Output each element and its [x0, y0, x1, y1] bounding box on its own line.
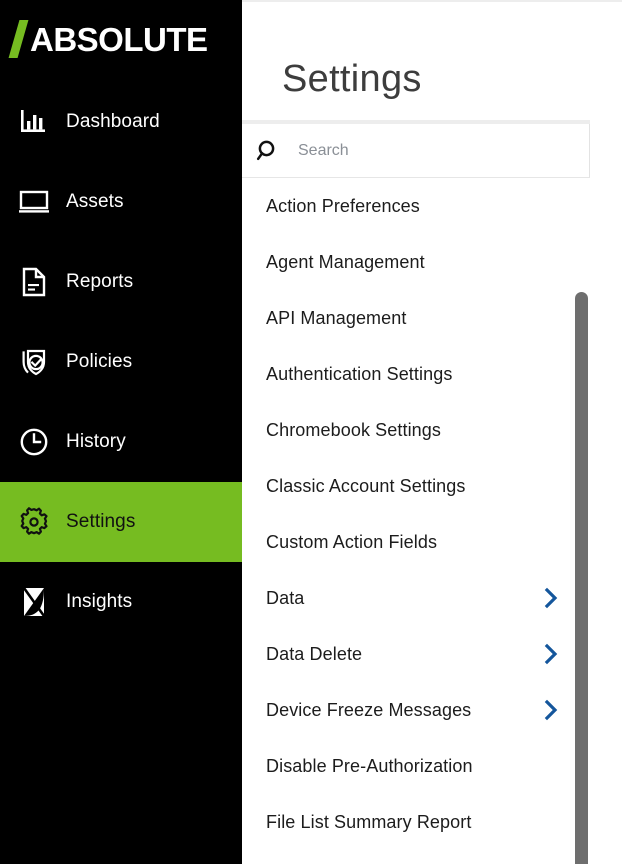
- menu-item-label: Data: [266, 587, 305, 608]
- insights-k-icon: [12, 586, 56, 618]
- shield-check-icon: [12, 347, 56, 377]
- sidebar-nav: Dashboard Assets Reports Policies Histor…: [0, 82, 242, 642]
- sidebar-item-label: History: [66, 431, 126, 452]
- settings-menu-list: Action Preferences Agent Management API …: [242, 178, 590, 864]
- document-icon: [12, 267, 56, 297]
- chevron-right-icon[interactable]: [544, 587, 560, 609]
- sidebar-item-label: Assets: [66, 191, 124, 212]
- menu-item-data[interactable]: Data: [242, 570, 590, 626]
- menu-item-label: Classic Account Settings: [266, 475, 466, 496]
- sidebar-item-history[interactable]: History: [0, 402, 242, 482]
- menu-item-api-management[interactable]: API Management: [242, 290, 590, 346]
- sidebar-item-assets[interactable]: Assets: [0, 162, 242, 242]
- sidebar-item-label: Settings: [66, 511, 136, 532]
- menu-item-device-freeze-messages[interactable]: Device Freeze Messages: [242, 682, 590, 738]
- logo-slash-icon: [8, 20, 32, 58]
- sidebar-item-policies[interactable]: Policies: [0, 322, 242, 402]
- menu-item-action-preferences[interactable]: Action Preferences: [242, 178, 590, 234]
- brand-name: ABSOLUTE: [30, 20, 208, 58]
- sidebar-item-insights[interactable]: Insights: [0, 562, 242, 642]
- bar-chart-icon: [12, 108, 56, 136]
- menu-item-label: File List Summary Report: [266, 811, 472, 832]
- sidebar-item-label: Dashboard: [66, 111, 160, 132]
- main-sidebar: ABSOLUTE Dashboard Assets Reports Polici…: [0, 0, 242, 864]
- laptop-icon: [12, 189, 56, 215]
- chevron-right-icon[interactable]: [544, 643, 560, 665]
- top-divider: [242, 0, 622, 2]
- menu-item-file-list-summary-report[interactable]: File List Summary Report: [242, 794, 590, 850]
- menu-item-label: Disable Pre-Authorization: [266, 755, 473, 776]
- menu-item-agent-management[interactable]: Agent Management: [242, 234, 590, 290]
- application-window: ABSOLUTE Dashboard Assets Reports Polici…: [0, 0, 622, 864]
- page-title: Settings: [282, 58, 422, 100]
- brand-logo[interactable]: ABSOLUTE: [0, 0, 242, 78]
- menu-item-label: Chromebook Settings: [266, 419, 441, 440]
- sidebar-item-label: Insights: [66, 591, 133, 612]
- sidebar-item-label: Policies: [66, 351, 133, 372]
- menu-item-disable-pre-authorization[interactable]: Disable Pre-Authorization: [242, 738, 590, 794]
- sidebar-item-dashboard[interactable]: Dashboard: [0, 82, 242, 162]
- menu-item-authentication-settings[interactable]: Authentication Settings: [242, 346, 590, 402]
- menu-scrollbar[interactable]: [575, 292, 589, 864]
- menu-item-chromebook-settings[interactable]: Chromebook Settings: [242, 402, 590, 458]
- search-icon: [256, 139, 284, 163]
- menu-item-data-delete[interactable]: Data Delete: [242, 626, 590, 682]
- chevron-right-icon[interactable]: [544, 699, 560, 721]
- menu-item-label: Data Delete: [266, 643, 363, 664]
- sidebar-item-reports[interactable]: Reports: [0, 242, 242, 322]
- menu-item-label: Device Freeze Messages: [266, 699, 472, 720]
- settings-panel: Action Preferences Agent Management API …: [242, 120, 590, 864]
- menu-item-classic-account-settings[interactable]: Classic Account Settings: [242, 458, 590, 514]
- menu-item-label: Agent Management: [266, 251, 425, 272]
- menu-item-label: Authentication Settings: [266, 363, 453, 384]
- main-content: Settings Action Preferences Agent Manag: [242, 0, 622, 864]
- menu-item-label: Custom Action Fields: [266, 531, 438, 552]
- clock-icon: [12, 427, 56, 457]
- search-input[interactable]: [298, 141, 548, 160]
- menu-item-custom-action-fields[interactable]: Custom Action Fields: [242, 514, 590, 570]
- menu-item-label: API Management: [266, 307, 407, 328]
- menu-item-label: Action Preferences: [266, 195, 420, 216]
- sidebar-item-label: Reports: [66, 271, 134, 292]
- gear-icon: [12, 506, 56, 538]
- scrollbar-thumb[interactable]: [575, 292, 588, 864]
- sidebar-item-settings[interactable]: Settings: [0, 482, 242, 562]
- search-bar[interactable]: [242, 124, 590, 178]
